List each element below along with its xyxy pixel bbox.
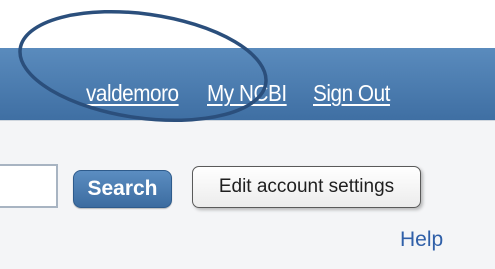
search-button[interactable]: Search xyxy=(73,170,172,208)
username-link[interactable]: valdemoro xyxy=(86,79,179,107)
header-user-links: valdemoro My NCBI Sign Out xyxy=(86,79,399,107)
ncbi-account-screenshot: valdemoro My NCBI Sign Out Search Edit a… xyxy=(0,0,495,269)
top-page-area xyxy=(0,0,495,48)
edit-account-settings-button[interactable]: Edit account settings xyxy=(192,166,421,208)
my-ncbi-link[interactable]: My NCBI xyxy=(207,79,287,107)
sign-out-link[interactable]: Sign Out xyxy=(313,79,390,107)
search-input[interactable] xyxy=(0,164,58,208)
help-link[interactable]: Help xyxy=(400,227,443,253)
